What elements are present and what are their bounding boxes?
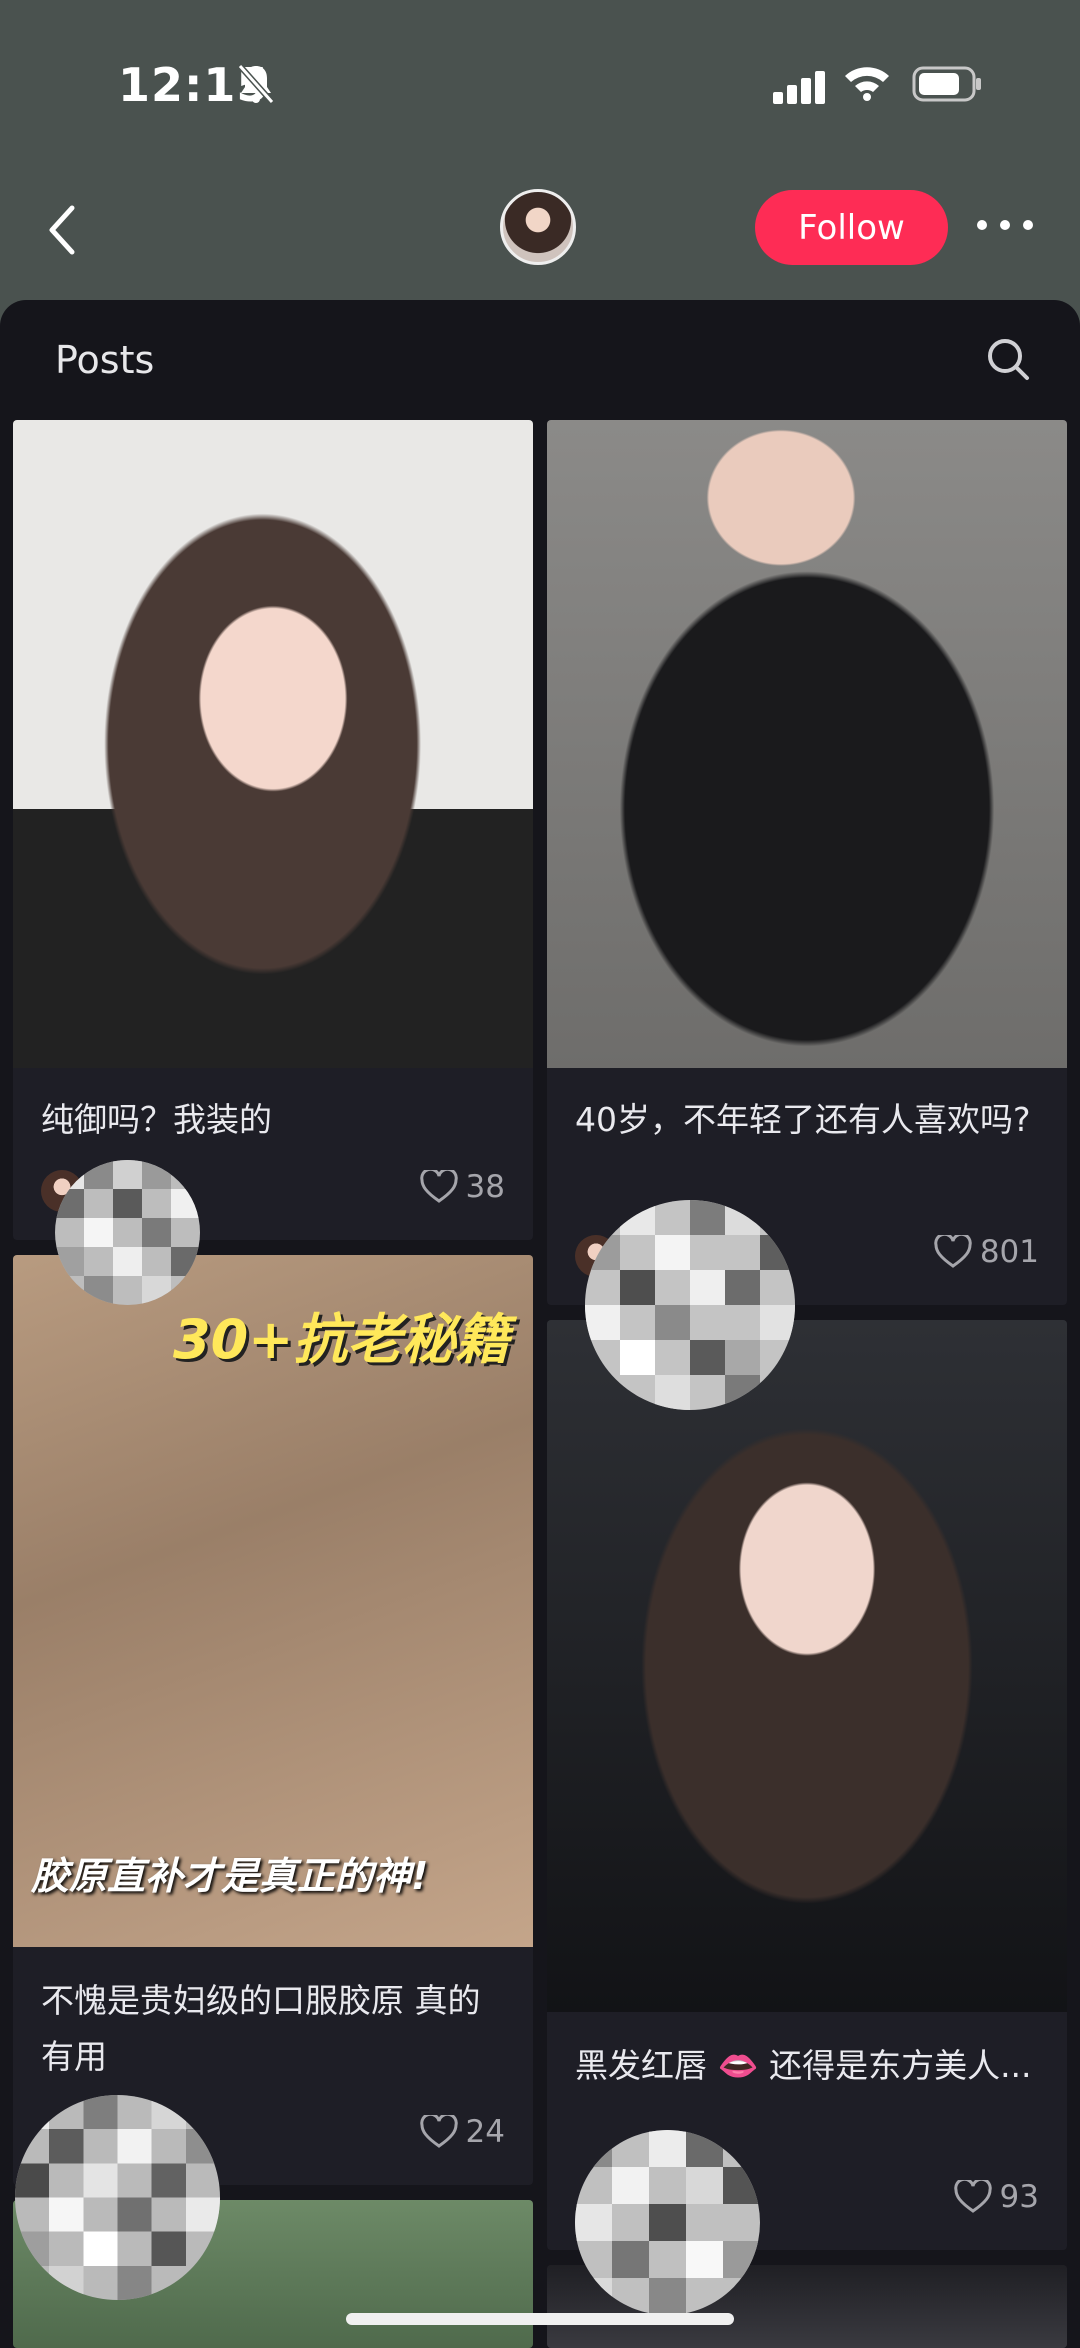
pixelated-overlay	[585, 1200, 795, 1410]
profile-avatar[interactable]	[500, 189, 576, 265]
wifi-icon	[845, 67, 889, 101]
image-text-top: 30+抗老秘籍	[173, 1308, 510, 1371]
back-arrow-icon[interactable]	[44, 202, 80, 258]
pixelated-overlay	[15, 2095, 220, 2300]
home-indicator[interactable]	[346, 2313, 734, 2325]
post-thumbnail[interactable]: 30+抗老秘籍 胶原直补才是真正的神!	[13, 1255, 533, 1947]
post-card[interactable]: 40岁，不年轻了还有人喜欢吗? 801	[547, 420, 1067, 1305]
heart-icon	[419, 2115, 458, 2148]
post-thumbnail[interactable]	[547, 1320, 1067, 2012]
post-card[interactable]: 黑发红唇 👄 还得是东方美人... 93	[547, 1320, 1067, 2250]
pixelated-overlay	[575, 2130, 760, 2315]
heart-icon	[953, 2180, 992, 2213]
post-thumbnail[interactable]	[13, 420, 533, 1068]
post-thumbnail[interactable]	[547, 420, 1067, 1068]
post-caption: 黑发红唇 👄 还得是东方美人...	[575, 2046, 1032, 2085]
status-bar: 12:15	[0, 0, 1080, 170]
more-options-icon[interactable]	[975, 218, 1035, 232]
post-caption: 不愧是贵妇级的口服胶原 真的有用	[41, 1981, 481, 2076]
like-count[interactable]: 24	[419, 2114, 505, 2150]
cellular-signal-icon	[773, 71, 825, 104]
image-text-bottom: 胶原直补才是真正的神!	[31, 1854, 429, 1898]
like-count[interactable]: 801	[934, 1234, 1039, 1270]
bell-muted-icon	[237, 64, 275, 104]
battery-icon	[912, 66, 981, 102]
pixelated-overlay	[55, 1160, 200, 1305]
post-caption: 纯御吗？我装的	[41, 1100, 272, 1139]
post-card[interactable]: 30+抗老秘籍 胶原直补才是真正的神! 不愧是贵妇级的口服胶原 真的有用 24	[13, 1255, 533, 2185]
follow-button[interactable]: Follow	[755, 190, 948, 265]
post-caption: 40岁，不年轻了还有人喜欢吗?	[575, 1100, 1031, 1139]
profile-header: Follow	[0, 170, 1080, 290]
post-card[interactable]: 纯御吗？我装的 38	[13, 420, 533, 1240]
like-count[interactable]: 93	[953, 2179, 1039, 2215]
posts-section-title: Posts	[55, 338, 155, 382]
like-count[interactable]: 38	[419, 1169, 505, 1205]
heart-icon	[419, 1170, 458, 1203]
heart-icon	[934, 1235, 972, 1268]
search-icon[interactable]	[985, 336, 1031, 382]
